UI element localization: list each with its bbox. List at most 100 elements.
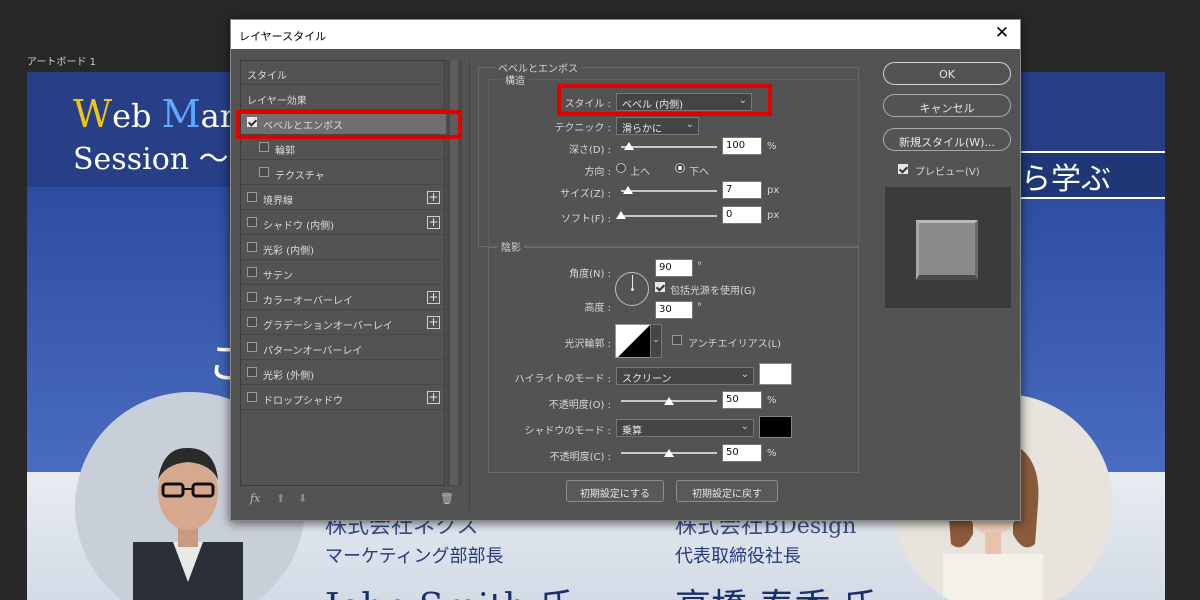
soften-label: ソフト(F) : xyxy=(560,214,611,225)
depth-label: 深さ(D) : xyxy=(568,145,611,156)
soften-input[interactable]: 0 xyxy=(722,206,762,224)
style-item-label: カラーオーバーレイ xyxy=(263,296,353,307)
ok-button[interactable]: OK xyxy=(883,62,1011,85)
style-list-item[interactable]: シャドウ (内側) + xyxy=(241,211,446,235)
add-effect-icon[interactable]: + xyxy=(427,191,440,204)
highlight-opacity-slider-thumb[interactable] xyxy=(664,397,674,405)
shadow-opacity-input[interactable]: 50 xyxy=(722,444,762,462)
style-item-checkbox[interactable] xyxy=(247,342,257,352)
chevron-down-icon: ⌄ xyxy=(740,369,749,380)
shadow-opacity-slider-thumb[interactable] xyxy=(664,449,674,457)
shadow-mode-label: シャドウのモード : xyxy=(524,426,611,437)
add-effect-icon[interactable]: + xyxy=(427,316,440,329)
style-item-label: サテン xyxy=(263,271,293,282)
make-default-button[interactable]: 初期設定にする xyxy=(566,480,664,502)
style-list-item[interactable]: 境界線 + xyxy=(241,186,446,210)
global-light-checkbox[interactable] xyxy=(655,282,665,292)
style-item-label: 輪郭 xyxy=(275,146,295,157)
style-list-item[interactable]: スタイル xyxy=(241,61,446,85)
banner-title-line1: Web Mar xyxy=(73,92,235,136)
chevron-down-icon: ⌄ xyxy=(740,421,749,432)
highlight-mode-dropdown[interactable]: スクリーン ⌄ xyxy=(616,367,754,385)
depth-slider-track[interactable] xyxy=(621,146,717,148)
altitude-label: 高度 : xyxy=(584,303,611,314)
style-item-checkbox[interactable] xyxy=(247,292,257,302)
style-list-item[interactable]: パターンオーバーレイ xyxy=(241,336,446,360)
direction-up-radio[interactable] xyxy=(616,163,626,173)
technique-dropdown[interactable]: 滑らかに ⌄ xyxy=(616,117,699,135)
antialias-checkbox[interactable] xyxy=(672,335,682,345)
angle-input[interactable]: 90 xyxy=(655,259,693,277)
style-item-checkbox[interactable] xyxy=(259,142,269,152)
direction-down-radio[interactable] xyxy=(675,163,685,173)
right-heading: ら学ぶ xyxy=(1021,162,1111,197)
cancel-button[interactable]: キャンセル xyxy=(883,94,1011,117)
close-icon[interactable]: ✕ xyxy=(992,23,1012,43)
style-list-item[interactable]: カラーオーバーレイ + xyxy=(241,286,446,310)
role-right: 代表取締役社長 xyxy=(675,546,801,567)
banner-title-line2: Session ～ xyxy=(73,142,229,177)
angle-dial[interactable] xyxy=(615,272,649,306)
direction-down-label: 下へ xyxy=(689,167,709,178)
shadow-mode-dropdown[interactable]: 乗算 ⌄ xyxy=(616,419,754,437)
style-item-checkbox[interactable] xyxy=(247,317,257,327)
add-effect-icon[interactable]: + xyxy=(427,391,440,404)
fx-icon[interactable]: fx xyxy=(250,492,260,505)
style-item-label: 境界線 xyxy=(263,196,293,207)
add-effect-icon[interactable]: + xyxy=(427,291,440,304)
move-down-icon[interactable]: ⬇ xyxy=(298,492,307,505)
gloss-contour-swatch[interactable] xyxy=(615,324,651,358)
style-list-item[interactable]: サテン xyxy=(241,261,446,285)
style-item-checkbox[interactable] xyxy=(247,242,257,252)
style-item-label: 光彩 (内側) xyxy=(263,246,314,257)
dialog-title: レイヤースタイル xyxy=(239,30,327,43)
direction-label: 方向 : xyxy=(584,167,611,178)
shadow-color-swatch[interactable] xyxy=(759,416,792,438)
style-item-label: パターンオーバーレイ xyxy=(263,346,363,357)
style-item-checkbox[interactable] xyxy=(247,367,257,377)
depth-slider-thumb[interactable] xyxy=(623,142,634,150)
preview-label: プレビュー(V) xyxy=(915,167,980,178)
style-item-checkbox[interactable] xyxy=(247,217,257,227)
trash-icon[interactable]: 🗑 xyxy=(440,492,454,505)
style-item-label: グラデーションオーバーレイ xyxy=(263,321,393,332)
new-style-button[interactable]: 新規スタイル(W)... xyxy=(883,128,1011,151)
angle-unit: ° xyxy=(697,261,702,272)
size-slider-thumb[interactable] xyxy=(622,186,633,194)
highlight-color-swatch[interactable] xyxy=(759,363,792,385)
add-effect-icon[interactable]: + xyxy=(427,216,440,229)
reset-default-button[interactable]: 初期設定に戻す xyxy=(676,480,778,502)
soften-slider-thumb[interactable] xyxy=(616,211,626,219)
size-input[interactable]: 7 xyxy=(722,181,762,199)
move-up-icon[interactable]: ⬆ xyxy=(276,492,285,505)
style-item-checkbox[interactable] xyxy=(259,167,269,177)
style-list-item[interactable]: ドロップシャドウ + xyxy=(241,386,446,410)
style-item-checkbox[interactable] xyxy=(247,192,257,202)
highlight-box-style xyxy=(557,84,772,116)
size-slider-track[interactable] xyxy=(621,190,717,192)
style-list-item[interactable]: グラデーションオーバーレイ + xyxy=(241,311,446,335)
chevron-down-icon: ⌄ xyxy=(685,119,694,130)
depth-input[interactable]: 100 xyxy=(722,137,762,155)
shadow-opacity-unit: % xyxy=(767,448,777,459)
style-list-item[interactable]: レイヤー効果 xyxy=(241,86,446,110)
angle-label: 角度(N) : xyxy=(569,269,611,280)
dialog-titlebar[interactable]: レイヤースタイル ✕ xyxy=(231,20,1020,49)
style-item-checkbox[interactable] xyxy=(247,267,257,277)
shading-group xyxy=(488,247,859,473)
altitude-unit: ° xyxy=(697,302,702,313)
highlight-opacity-input[interactable]: 50 xyxy=(722,391,762,409)
chevron-down-icon[interactable]: ⌄ xyxy=(650,324,662,358)
preview-checkbox[interactable] xyxy=(898,164,908,174)
style-item-label: レイヤー効果 xyxy=(247,96,307,107)
role-left: マーケティング部部長 xyxy=(325,546,504,567)
style-list-footer: fx ⬆ ⬇ 🗑 xyxy=(240,486,462,512)
soften-slider-track[interactable] xyxy=(621,215,717,217)
name-right: 高橋 春香 氏 xyxy=(675,578,878,600)
style-list-item[interactable]: 光彩 (外側) xyxy=(241,361,446,385)
style-item-checkbox[interactable] xyxy=(247,392,257,402)
style-list-item[interactable]: 光彩 (内側) xyxy=(241,236,446,260)
altitude-input[interactable]: 30 xyxy=(655,301,693,319)
style-list-item[interactable]: テクスチャ xyxy=(241,161,446,185)
style-list-item[interactable]: 輪郭 xyxy=(241,136,446,160)
